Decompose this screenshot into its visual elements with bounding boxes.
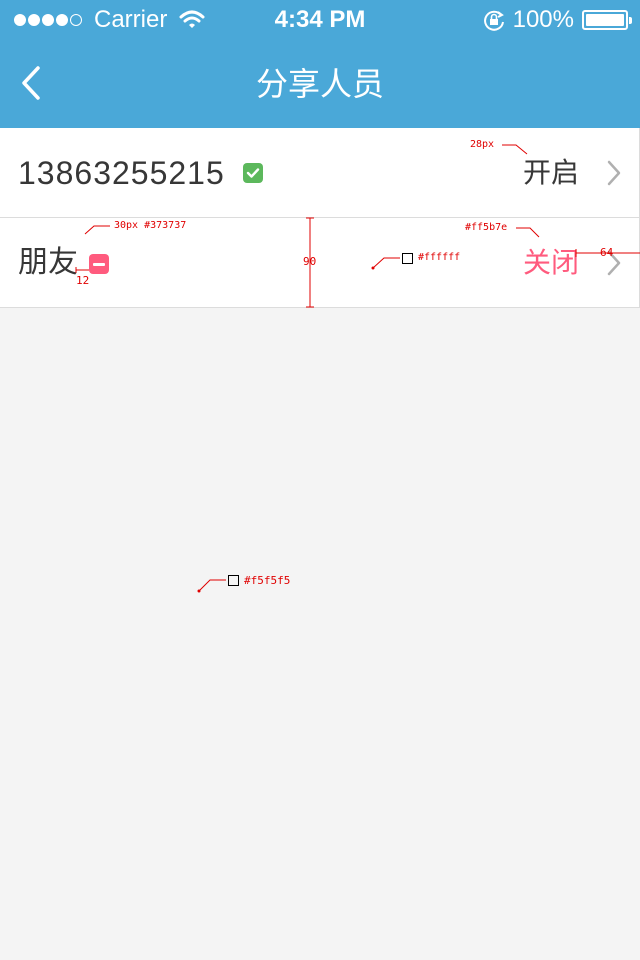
share-person-row[interactable]: 13863255215 开启 bbox=[0, 128, 640, 218]
color-swatch bbox=[228, 575, 239, 586]
annotation-page-bg: #f5f5f5 bbox=[244, 574, 291, 587]
annotation-icon-gap: 12 bbox=[76, 274, 90, 287]
status-label: 关闭 bbox=[522, 246, 579, 279]
annotation-status-color: #ff5b7e bbox=[465, 222, 508, 233]
header: Carrier 4:34 PM 100% 分享人员 bbox=[0, 0, 640, 128]
person-label: 朋友 bbox=[18, 245, 78, 280]
annotation-label-font: 30px #373737 bbox=[114, 220, 187, 231]
annotation-row-height: 90 bbox=[303, 255, 317, 268]
color-swatch bbox=[402, 253, 413, 264]
battery-icon bbox=[582, 10, 632, 30]
battery-percent: 100% bbox=[512, 6, 574, 33]
minus-icon bbox=[89, 254, 109, 274]
status-label: 开启 bbox=[522, 156, 579, 189]
person-label: 13863255215 bbox=[18, 155, 225, 191]
chevron-right-icon bbox=[607, 160, 621, 186]
check-icon bbox=[243, 163, 263, 183]
share-person-row[interactable]: 朋友 关闭 bbox=[0, 218, 640, 308]
annotation-row-bg: #ffffff bbox=[418, 252, 461, 263]
page-title: 分享人员 bbox=[255, 65, 384, 103]
rotation-lock-icon bbox=[483, 10, 504, 31]
annotation-right-padding: 64 bbox=[600, 246, 614, 259]
status-right: 100% bbox=[483, 6, 632, 34]
annotation-status-font: 28px bbox=[470, 139, 495, 150]
